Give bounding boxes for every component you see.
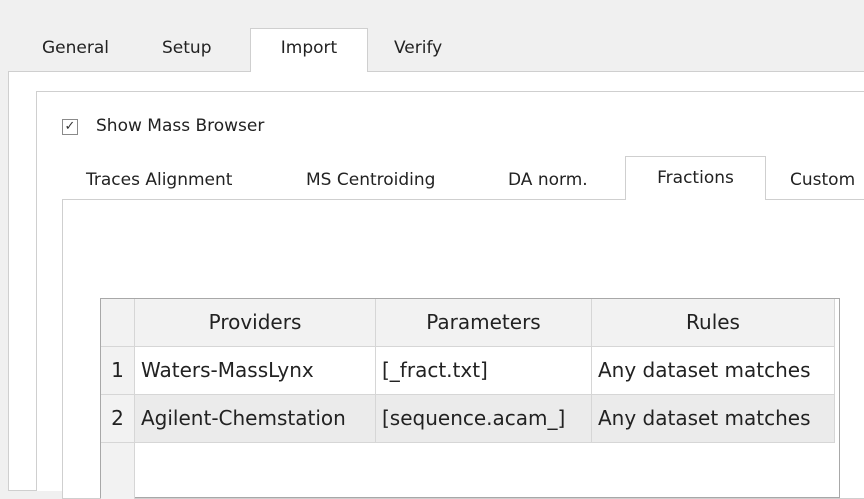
row-header-1[interactable]: 1 (101, 347, 135, 395)
column-header-rules[interactable]: Rules (592, 299, 835, 347)
cell-rules[interactable]: Any dataset matches (592, 395, 835, 443)
cell-rules[interactable]: Any dataset matches (592, 347, 835, 395)
row-header-2[interactable]: 2 (101, 395, 135, 443)
tab-custom[interactable]: Custom (790, 170, 855, 190)
show-mass-browser-checkbox[interactable]: ✓ (62, 119, 78, 135)
fractions-grid[interactable]: Providers Parameters Rules 1 Waters-Mass… (100, 298, 840, 499)
grid-corner-header[interactable] (101, 299, 135, 347)
tab-traces-alignment[interactable]: Traces Alignment (86, 170, 232, 190)
column-header-providers[interactable]: Providers (135, 299, 376, 347)
show-mass-browser-label[interactable]: Show Mass Browser (96, 116, 264, 136)
tab-import[interactable]: Import (250, 28, 368, 72)
tab-fractions[interactable]: Fractions (625, 156, 766, 200)
tab-setup[interactable]: Setup (162, 38, 211, 58)
cell-parameters[interactable]: [sequence.acam_] (376, 395, 592, 443)
cell-provider[interactable]: Agilent-Chemstation (135, 395, 376, 443)
column-header-parameters[interactable]: Parameters (376, 299, 592, 347)
cell-parameters[interactable]: [_fract.txt] (376, 347, 592, 395)
tab-verify[interactable]: Verify (394, 38, 442, 58)
tab-general[interactable]: General (42, 38, 109, 58)
cell-provider[interactable]: Waters-MassLynx (135, 347, 376, 395)
tab-da-norm[interactable]: DA norm. (508, 170, 588, 190)
row-header-new[interactable] (101, 443, 135, 499)
tab-ms-centroiding[interactable]: MS Centroiding (306, 170, 435, 190)
